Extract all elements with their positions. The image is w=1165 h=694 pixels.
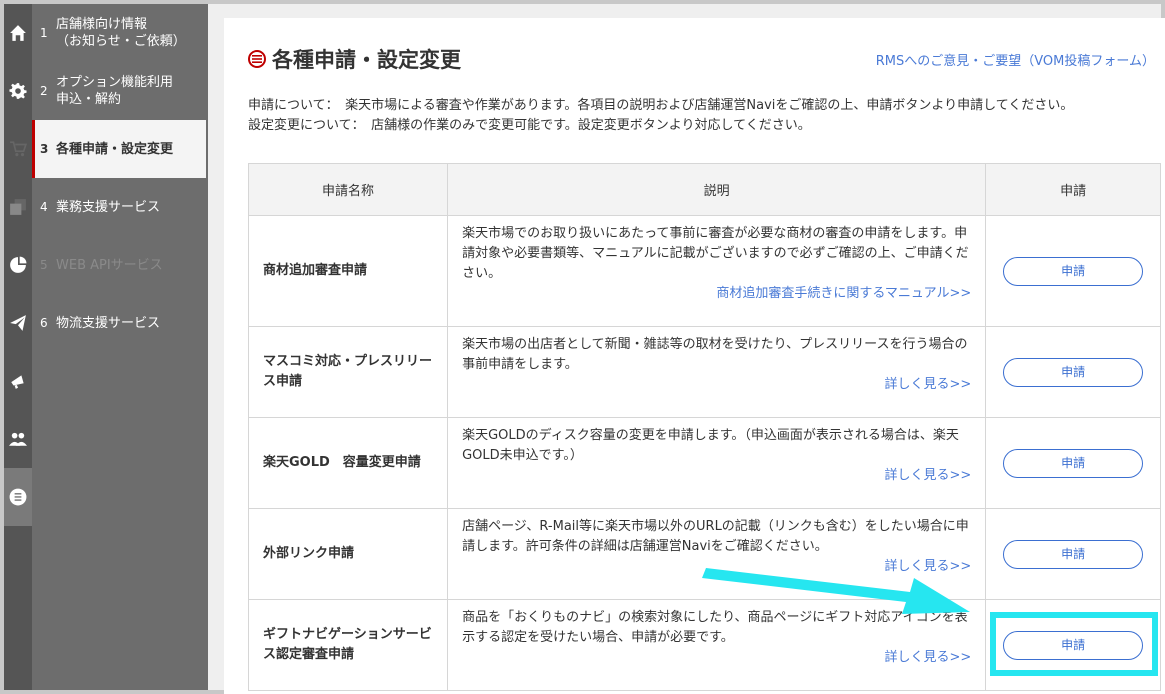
paper-plane-icon[interactable] (4, 294, 32, 352)
apply-button[interactable]: 申請 (1003, 256, 1144, 286)
application-description-cell: 楽天GOLDのディスク容量の変更を申請します。（申込画面が表示される場合は、楽天… (447, 417, 987, 509)
application-description: 楽天市場の出店者として新聞・雑誌等の取材を受けたり、プレスリリースを行う場合の事… (462, 337, 968, 372)
menu-item-number: 5 (40, 257, 48, 272)
application-name: ギフトナビゲーションサービス認定審査申請 (247, 599, 449, 691)
menu-item-label: 物流支援サービス (56, 315, 161, 331)
details-link[interactable]: 詳しく見る>> (462, 466, 971, 486)
menu-item-number: 2 (40, 83, 48, 98)
action-cell: 申請 (985, 215, 1161, 327)
menu-item-applications[interactable]: 3 各種申請・設定変更 (32, 120, 206, 178)
application-description: 楽天GOLDのディスク容量の変更を申請します。（申込画面が表示される場合は、楽天… (462, 428, 959, 463)
cart-icon[interactable] (4, 120, 32, 178)
action-cell: 申請 (985, 326, 1161, 418)
action-cell: 申請 (985, 417, 1161, 509)
menu-item-number: 3 (40, 141, 49, 156)
menu-item-business-support[interactable]: 4 業務支援サービス (32, 178, 206, 236)
intro-line: 設定変更について： 店舗様の作業のみで変更可能です。設定変更ボタンより対応してく… (248, 118, 811, 133)
icon-strip (4, 4, 32, 690)
users-icon[interactable] (4, 410, 32, 468)
application-name: マスコミ対応・プレスリリース申請 (247, 326, 449, 418)
table-header-row: 申請名称 説明 申請 (247, 163, 1161, 216)
apply-button[interactable]: 申請 (1003, 448, 1144, 478)
menu-item-number: 4 (40, 199, 48, 214)
table-row: マスコミ対応・プレスリリース申請 楽天市場の出店者として新聞・雑誌等の取材を受け… (247, 326, 1161, 418)
apply-button[interactable]: 申請 (1003, 357, 1144, 387)
list-icon (248, 50, 266, 68)
column-header-name: 申請名称 (247, 163, 449, 216)
application-description: 店舗ページ、R-Mail等に楽天市場以外のURLの記載（リンクも含む）をしたい場… (462, 519, 969, 554)
application-description-cell: 楽天市場の出店者として新聞・雑誌等の取材を受けたり、プレスリリースを行う場合の事… (447, 326, 987, 418)
application-description-cell: 楽天市場でのお取り扱いにあたって事前に審査が必要な商材の審査の申請をします。申請… (447, 215, 987, 327)
application-name: 商材追加審査申請 (247, 215, 449, 327)
annotation-highlight-box (990, 612, 1158, 676)
intro-text: 申請について： 楽天市場による審査や作業があります。各項目の説明および店舗運営N… (248, 96, 1073, 136)
page-title: 各種申請・設定変更 (272, 48, 461, 72)
menu-item-label: 業務支援サービス (56, 199, 161, 215)
menu-item-label: オプション機能利用 申込・解約 (56, 75, 174, 107)
column-header-action: 申請 (985, 163, 1161, 216)
menu-item-label: 各種申請・設定変更 (56, 141, 174, 157)
table-row: 商材追加審査申請 楽天市場でのお取り扱いにあたって事前に審査が必要な商材の審査の… (247, 215, 1161, 327)
menu-item-web-api: 5 WEB APIサービス (32, 236, 206, 294)
intro-line: 申請について： 楽天市場による審査や作業があります。各項目の説明および店舗運営N… (248, 98, 1074, 113)
application-name: 楽天GOLD 容量変更申請 (247, 417, 449, 509)
copy-icon[interactable] (4, 178, 32, 236)
details-link[interactable]: 詳しく見る>> (462, 375, 971, 395)
menu-item-logistics[interactable]: 6 物流支援サービス (32, 294, 206, 352)
home-icon[interactable] (4, 4, 32, 62)
details-link[interactable]: 詳しく見る>> (462, 648, 971, 668)
menu-item-number: 1 (40, 25, 48, 40)
apply-button[interactable]: 申請 (1003, 539, 1144, 569)
side-menu: 1 店舗様向け情報 （お知らせ・ご依頼） 2 オプション機能利用 申込・解約 3… (32, 4, 208, 690)
application-name: 外部リンク申請 (247, 508, 449, 600)
menu-item-store-info[interactable]: 1 店舗様向け情報 （お知らせ・ご依頼） (32, 4, 206, 62)
column-header-description: 説明 (447, 163, 987, 216)
list-icon[interactable] (4, 468, 32, 526)
megaphone-icon[interactable] (4, 352, 32, 410)
menu-item-label: WEB APIサービス (56, 257, 163, 273)
action-cell: 申請 (985, 508, 1161, 600)
pie-chart-icon[interactable] (4, 236, 32, 294)
menu-item-options[interactable]: 2 オプション機能利用 申込・解約 (32, 62, 206, 120)
manual-link[interactable]: 商材追加審査手続きに関するマニュアル>> (462, 284, 971, 304)
application-description: 楽天市場でのお取り扱いにあたって事前に審査が必要な商材の審査の申請をします。申請… (462, 226, 969, 281)
menu-item-label: 店舗様向け情報 （お知らせ・ご依頼） (56, 17, 186, 49)
menu-item-number: 6 (40, 315, 48, 330)
annotation-arrow (702, 568, 970, 614)
title-row: 各種申請・設定変更 (248, 44, 461, 74)
feedback-link[interactable]: RMSへのご意見・ご要望（VOM投稿フォーム） (876, 50, 1155, 69)
gear-icon[interactable] (4, 62, 32, 120)
table-row: 楽天GOLD 容量変更申請 楽天GOLDのディスク容量の変更を申請します。（申込… (247, 417, 1161, 509)
